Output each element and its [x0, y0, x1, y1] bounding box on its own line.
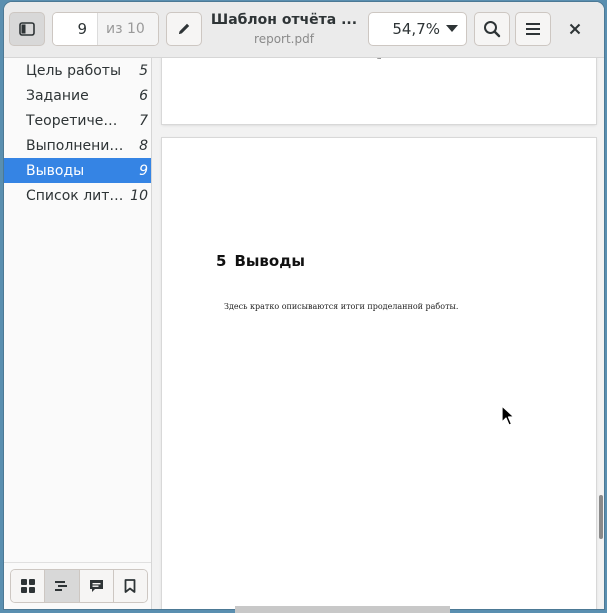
outline-icon — [54, 581, 67, 591]
outline-item-page: 7 — [139, 112, 148, 129]
bookmarks-tab[interactable] — [113, 570, 147, 602]
sidebar-view-switcher — [10, 569, 148, 603]
outline-item[interactable]: Выполнение… 8 — [4, 133, 151, 158]
window-title-block: Шаблон отчёта ... report.pdf — [209, 12, 359, 46]
outline-item-page: 10 — [130, 187, 148, 204]
annotations-tab[interactable] — [79, 570, 114, 602]
document-filename: report.pdf — [254, 32, 314, 46]
outline-sidebar: Цель работы 5 Задание 6 Теоретичес… 7 Выполнен… — [4, 58, 152, 609]
close-icon — [569, 23, 581, 35]
outline-item[interactable]: Теоретичес… 7 — [4, 108, 151, 133]
search-icon — [484, 21, 501, 38]
hamburger-icon — [526, 23, 540, 35]
outline-item-page: 9 — [139, 162, 148, 179]
zoom-selector[interactable]: 54,7% — [368, 12, 467, 46]
search-button[interactable] — [474, 12, 510, 46]
pdf-page-8: 8 — [162, 58, 596, 124]
outline-item-label: Выводы — [26, 162, 85, 179]
section-number: 5 — [216, 252, 227, 270]
outline-item-label: Задание — [26, 87, 89, 104]
thumbnails-icon — [20, 579, 35, 593]
page-number-input[interactable] — [53, 13, 98, 45]
desktop-taskbar-strip — [235, 606, 450, 613]
outline-list: Цель работы 5 Задание 6 Теоретичес… 7 Выполнен… — [4, 58, 151, 208]
pencil-icon — [179, 23, 190, 34]
bookmarks-icon — [124, 579, 136, 593]
pdf-page-9: 5 Выводы Здесь кратко описываются итоги п… — [162, 138, 596, 609]
outline-item-label: Теоретичес… — [26, 112, 124, 129]
document-view[interactable]: 8 5 Выводы Здесь кратко описываются итоги… — [152, 58, 604, 609]
sidebar-icon — [19, 22, 35, 36]
outline-item-label: Список лите… — [26, 187, 124, 204]
thumbnails-tab[interactable] — [11, 570, 46, 602]
document-viewer-window: из 10 Шаблон отчёта ... report.pdf 54,7% — [4, 2, 604, 609]
close-button[interactable] — [562, 16, 588, 42]
outline-item-label: Выполнение… — [26, 137, 124, 154]
outline-tab[interactable] — [45, 570, 80, 602]
main-menu-button[interactable] — [515, 12, 551, 46]
header-bar: из 10 Шаблон отчёта ... report.pdf 54,7% — [4, 2, 604, 58]
annotations-icon — [89, 580, 103, 592]
annotate-button[interactable] — [166, 12, 202, 46]
chevron-down-icon — [446, 25, 466, 33]
outline-item-page: 6 — [139, 87, 148, 104]
page-footer-number: 8 — [162, 58, 596, 61]
mouse-pointer-icon — [501, 405, 515, 426]
page-total-label: из 10 — [98, 13, 158, 45]
outline-item[interactable]: Выводы 9 — [4, 158, 151, 183]
document-title: Шаблон отчёта ... — [210, 12, 358, 28]
outline-item-page: 8 — [139, 137, 148, 154]
outline-item[interactable]: Задание 6 — [4, 83, 151, 108]
outline-item[interactable]: Список лите… 10 — [4, 183, 151, 208]
sidebar-footer — [4, 562, 151, 609]
section-title: Выводы — [234, 252, 305, 270]
vertical-scrollbar[interactable] — [599, 495, 603, 539]
zoom-level: 54,7% — [392, 20, 440, 38]
section-body-text: Здесь кратко описываются итоги проделанн… — [224, 302, 459, 311]
outline-item-label: Цель работы — [26, 62, 122, 79]
sidebar-toggle-button[interactable] — [9, 12, 45, 46]
outline-item[interactable]: Цель работы 5 — [4, 58, 151, 83]
page-selector: из 10 — [52, 12, 159, 46]
outline-item-page: 5 — [139, 62, 148, 79]
section-heading: 5 Выводы — [216, 252, 305, 270]
